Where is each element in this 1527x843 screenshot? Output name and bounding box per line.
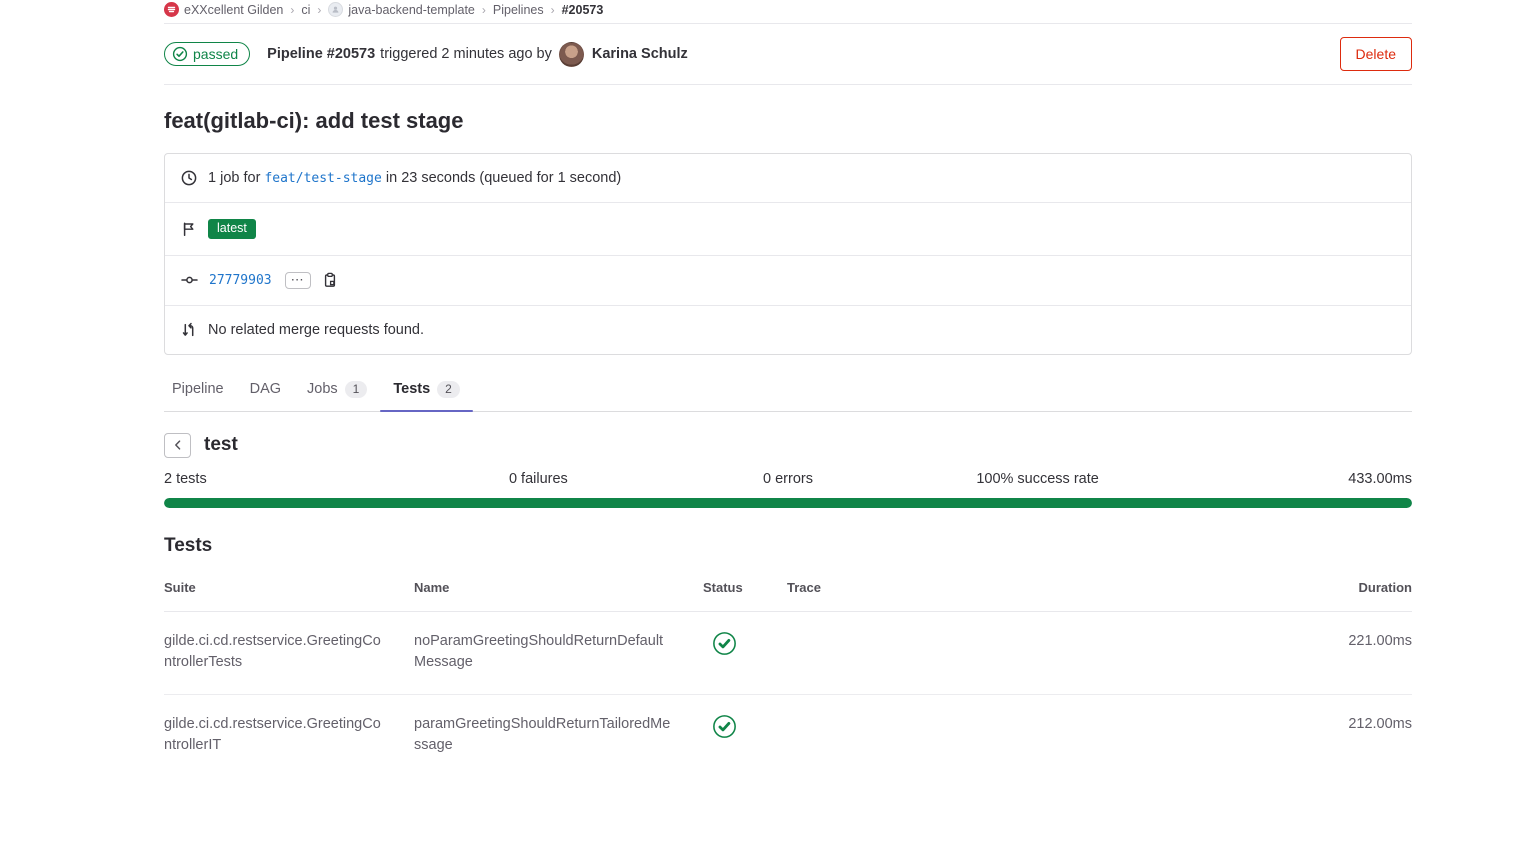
chevron-right-icon: ›: [317, 3, 321, 17]
test-suite-cell: gilde.ci.cd.restservice.GreetingControll…: [164, 714, 414, 756]
latest-badge: latest: [208, 219, 256, 239]
breadcrumb-item-group[interactable]: eXXcellent Gilden: [164, 2, 283, 17]
pipeline-trigger-info: Pipeline #20573 triggered 2 minutes ago …: [267, 42, 688, 67]
breadcrumb: eXXcellent Gilden › ci › java-backend-te…: [164, 0, 1412, 24]
tab-count-badge: 1: [345, 381, 368, 398]
column-header-name: Name: [414, 577, 703, 598]
column-header-status: Status: [703, 577, 787, 598]
test-suite-stats: 2 tests 0 failures 0 errors 100% success…: [164, 471, 1412, 487]
status-passed-icon: [712, 714, 737, 739]
breadcrumb-item-subgroup[interactable]: ci: [301, 3, 310, 17]
jobs-prefix: 1 job for: [208, 170, 260, 186]
jobs-summary-row: 1 job for feat/test-stage in 23 seconds …: [165, 154, 1411, 203]
progress-fill: [164, 498, 1412, 508]
tab-pipeline[interactable]: Pipeline: [164, 370, 237, 411]
tab-tests[interactable]: Tests 2: [380, 370, 473, 411]
test-suite-cell: gilde.ci.cd.restservice.GreetingControll…: [164, 631, 414, 673]
delete-pipeline-button[interactable]: Delete: [1340, 37, 1412, 71]
pipeline-status-bar: passed Pipeline #20573 triggered 2 minut…: [164, 24, 1412, 85]
commit-message-toggle-button[interactable]: ⋯: [285, 272, 311, 289]
jobs-suffix: in 23 seconds (queued for 1 second): [386, 170, 621, 186]
clock-icon: [181, 170, 197, 186]
pipeline-title: feat(gitlab-ci): add test stage: [164, 108, 1412, 134]
pipeline-status-badge[interactable]: passed: [164, 42, 250, 66]
group-avatar: [164, 2, 179, 17]
test-duration-cell: 212.00ms: [1292, 714, 1412, 735]
tab-count-badge: 2: [437, 381, 460, 398]
ref-link[interactable]: feat/test-stage: [264, 171, 381, 186]
breadcrumb-item-pipeline-id: #20573: [562, 3, 604, 17]
commit-sha-link[interactable]: 27779903: [209, 273, 272, 288]
copy-commit-sha-button[interactable]: [322, 272, 338, 288]
author-avatar[interactable]: [559, 42, 584, 67]
breadcrumb-label: java-backend-template: [348, 3, 474, 17]
test-status-cell: [703, 631, 787, 663]
chevron-right-icon: ›: [551, 3, 555, 17]
table-row: gilde.ci.cd.restservice.GreetingControll…: [164, 612, 1412, 695]
no-merge-requests-text: No related merge requests found.: [208, 322, 424, 338]
tab-label: Pipeline: [172, 381, 224, 397]
column-header-duration: Duration: [1292, 577, 1412, 598]
back-button[interactable]: [164, 433, 191, 458]
flag-icon: [181, 221, 197, 237]
commit-row: 27779903 ⋯: [165, 256, 1411, 306]
page-container: eXXcellent Gilden › ci › java-backend-te…: [164, 0, 1412, 777]
column-header-trace: Trace: [787, 577, 1292, 598]
tab-jobs[interactable]: Jobs 1: [294, 370, 380, 411]
column-header-suite: Suite: [164, 577, 414, 598]
breadcrumb-item-pipelines[interactable]: Pipelines: [493, 3, 544, 17]
project-avatar: [328, 2, 343, 17]
pipeline-tabs: Pipeline DAG Jobs 1 Tests 2: [164, 370, 1412, 412]
breadcrumb-label: eXXcellent Gilden: [184, 3, 283, 17]
triggered-text: triggered 2 minutes ago by: [380, 46, 552, 62]
chevron-left-icon: [171, 438, 185, 452]
jobs-summary-text: 1 job for feat/test-stage in 23 seconds …: [208, 170, 621, 186]
author-name-link[interactable]: Karina Schulz: [592, 46, 688, 62]
status-label: passed: [193, 46, 238, 62]
tab-label: Jobs: [307, 381, 338, 397]
tests-table-header: Suite Name Status Trace Duration: [164, 566, 1412, 612]
tab-label: DAG: [250, 381, 281, 397]
stat-errors: 0 errors: [663, 471, 913, 487]
tests-table: Suite Name Status Trace Duration gilde.c…: [164, 566, 1412, 777]
test-status-cell: [703, 714, 787, 746]
compare-branches-icon: [181, 322, 197, 338]
test-name-cell: paramGreetingShouldReturnTailoredMessage: [414, 714, 703, 756]
success-progress-bar: [164, 498, 1412, 508]
stat-duration: 433.00ms: [1162, 471, 1412, 487]
ref-badges-row: latest: [165, 203, 1411, 256]
clipboard-icon: [322, 272, 338, 288]
merge-requests-row: No related merge requests found.: [165, 306, 1411, 354]
test-name-cell: noParamGreetingShouldReturnDefaultMessag…: [414, 631, 703, 673]
table-row: gilde.ci.cd.restservice.GreetingControll…: [164, 695, 1412, 777]
pipeline-id: Pipeline #20573: [267, 46, 375, 62]
test-suite-title: test: [204, 434, 238, 456]
chevron-right-icon: ›: [482, 3, 486, 17]
stat-success-rate: 100% success rate: [913, 471, 1163, 487]
test-suite-header: test: [164, 433, 1412, 458]
tab-label: Tests: [393, 381, 430, 397]
stat-tests: 2 tests: [164, 471, 414, 487]
commit-icon: [181, 272, 198, 288]
pipeline-info-box: 1 job for feat/test-stage in 23 seconds …: [164, 153, 1412, 355]
test-duration-cell: 221.00ms: [1292, 631, 1412, 652]
tests-section-title: Tests: [164, 535, 1412, 557]
check-circle-icon: [172, 46, 188, 62]
tab-dag[interactable]: DAG: [237, 370, 294, 411]
breadcrumb-item-project[interactable]: java-backend-template: [328, 2, 474, 17]
stat-failures: 0 failures: [414, 471, 664, 487]
chevron-right-icon: ›: [290, 3, 294, 17]
breadcrumb-label: ci: [301, 3, 310, 17]
status-passed-icon: [712, 631, 737, 656]
breadcrumb-label: Pipelines: [493, 3, 544, 17]
